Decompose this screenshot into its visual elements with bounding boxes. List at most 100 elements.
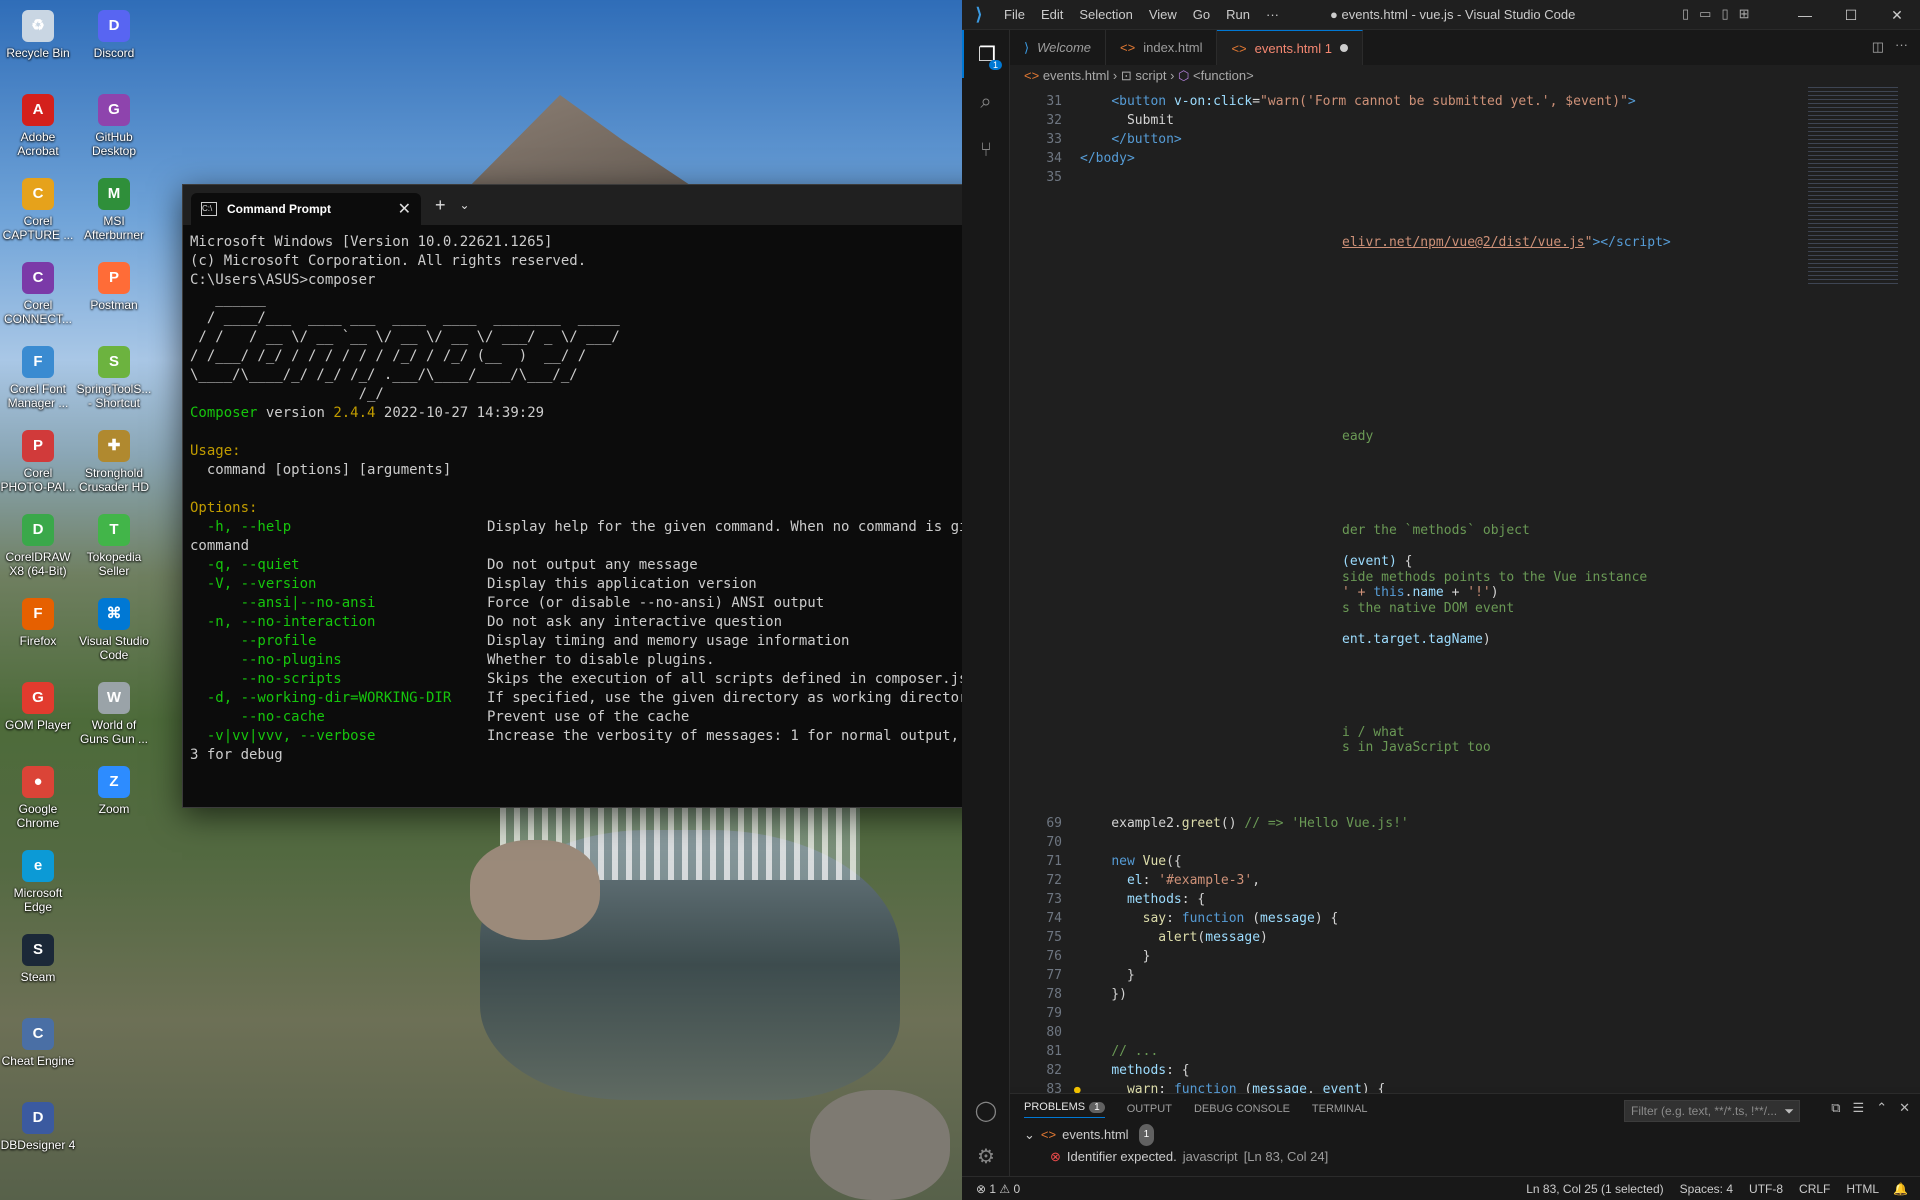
code-line[interactable]: } — [1080, 968, 1135, 983]
more-actions-icon[interactable]: ··· — [1895, 37, 1908, 52]
toggle-sidebar-icon[interactable]: ▯ — [1682, 6, 1689, 22]
toggle-panel-icon[interactable]: ▭ — [1699, 6, 1711, 22]
code-fragment[interactable]: s in JavaScript too — [1342, 740, 1491, 755]
desktop-icon[interactable]: T Tokopedia Seller — [76, 508, 152, 592]
code-line[interactable]: Submit — [1080, 113, 1174, 128]
problem-item[interactable]: ⊗ Identifier expected. javascript [Ln 83, C… — [1010, 1146, 1920, 1168]
code-fragment[interactable]: eady — [1342, 429, 1373, 444]
code-fragment[interactable]: ' + this.name + '!') — [1342, 585, 1499, 600]
desktop-icon[interactable]: P Corel PHOTO-PAI... — [0, 424, 76, 508]
menu-item[interactable]: Selection — [1079, 7, 1132, 22]
chevron-down-icon[interactable]: ⌄ — [460, 198, 470, 212]
menu-item[interactable]: ··· — [1266, 7, 1279, 22]
menu-item[interactable]: View — [1149, 7, 1177, 22]
code-line[interactable]: el: '#example-3', — [1080, 873, 1260, 888]
code-line[interactable]: </button> — [1080, 132, 1181, 147]
desktop-icon[interactable]: G GitHub Desktop — [76, 88, 152, 172]
menu-bar[interactable]: File Edit Selection View Go Run ··· — [996, 7, 1287, 22]
desktop-icon[interactable]: ♻ Recycle Bin — [0, 4, 76, 88]
breadcrumb-function[interactable]: <function> — [1193, 68, 1254, 83]
search-icon[interactable]: ⌕ — [962, 78, 1010, 126]
collapse-all-icon[interactable]: ⧉ — [1831, 1100, 1840, 1116]
desktop-icon[interactable]: ⌘ Visual Studio Code — [76, 592, 152, 676]
maximize-button[interactable]: ☐ — [1828, 0, 1874, 30]
code-fragment[interactable]: elivr.net/npm/vue@2/dist/vue.js"></scrip… — [1342, 235, 1671, 250]
code-line[interactable]: methods: { — [1080, 892, 1205, 907]
account-icon[interactable]: ◯ — [962, 1086, 1010, 1134]
desktop-icon[interactable]: D CorelDRAW X8 (64-Bit) — [0, 508, 76, 592]
code-fragment[interactable]: (event) { — [1342, 554, 1412, 569]
desktop-icon[interactable]: C Corel CONNECT... — [0, 256, 76, 340]
status-item[interactable]: CRLF — [1799, 1182, 1830, 1196]
problems-status[interactable]: ⊗ 1 ⚠ 0 — [962, 1182, 1020, 1196]
desktop-icon[interactable]: W World of Guns Gun ... — [76, 676, 152, 760]
minimap[interactable] — [1808, 87, 1898, 287]
code-line[interactable]: } — [1080, 949, 1151, 964]
notifications-bell-icon[interactable]: 🔔 — [1893, 1182, 1920, 1196]
menu-item[interactable]: File — [1004, 7, 1025, 22]
desktop-icon[interactable]: D DBDesigner 4 — [0, 1096, 76, 1180]
desktop-icon[interactable]: D Discord — [76, 4, 152, 88]
code-line[interactable]: // ... — [1080, 1044, 1158, 1059]
menu-item[interactable]: Edit — [1041, 7, 1063, 22]
breadcrumb-script[interactable]: script — [1135, 68, 1166, 83]
code-fragment[interactable]: i / what — [1342, 725, 1405, 740]
code-line[interactable]: say: function (message) { — [1080, 911, 1339, 926]
code-editor[interactable]: 31 <button v-on:click="warn('Form cannot… — [1010, 87, 1920, 1097]
code-line[interactable]: methods: { — [1080, 1063, 1189, 1078]
filter-icon[interactable]: ⏷ — [1784, 1101, 1794, 1121]
desktop-icon[interactable]: P Postman — [76, 256, 152, 340]
close-button[interactable]: ✕ — [1874, 0, 1920, 30]
tab-welcome[interactable]: ⟩ Welcome — [1010, 30, 1107, 65]
split-editor-icon[interactable]: ◫ — [1872, 39, 1884, 55]
code-fragment[interactable]: side methods points to the Vue instance — [1342, 570, 1647, 585]
tab-events-html[interactable]: <> events.html 1 — [1217, 30, 1363, 65]
menu-item[interactable]: Go — [1193, 7, 1210, 22]
view-as-list-icon[interactable]: ☰ — [1853, 1100, 1865, 1116]
status-item[interactable]: Spaces: 4 — [1680, 1182, 1733, 1196]
chevron-down-icon[interactable]: ⌄ — [1024, 1124, 1035, 1146]
tab-problems[interactable]: PROBLEMS 1 — [1024, 1101, 1105, 1118]
desktop-icon[interactable]: S Steam — [0, 928, 76, 1012]
maximize-panel-icon[interactable]: ⌃ — [1876, 1100, 1887, 1116]
close-panel-icon[interactable]: ✕ — [1899, 1100, 1910, 1116]
status-item[interactable]: HTML — [1846, 1182, 1879, 1196]
code-line[interactable]: <button v-on:click="warn('Form cannot be… — [1080, 94, 1635, 109]
desktop-icon[interactable]: M MSI Afterburner — [76, 172, 152, 256]
code-fragment[interactable]: der the `methods` object — [1342, 523, 1530, 538]
desktop-icon[interactable]: C Corel CAPTURE ... — [0, 172, 76, 256]
problems-filter-input[interactable]: Filter (e.g. text, **/*.ts, !**/... ⏷ — [1624, 1100, 1800, 1122]
code-line[interactable]: new Vue({ — [1080, 854, 1181, 869]
tab-output[interactable]: OUTPUT — [1127, 1103, 1172, 1115]
explorer-icon[interactable]: ❐ 1 — [962, 30, 1010, 78]
code-fragment[interactable]: s the native DOM event — [1342, 601, 1514, 616]
toggle-secondary-sidebar-icon[interactable]: ▯ — [1721, 6, 1728, 22]
customize-layout-icon[interactable]: ⊞ — [1739, 6, 1750, 22]
code-fragment[interactable]: ent.target.tagName) — [1342, 632, 1491, 647]
code-line[interactable]: example2.greet() // => 'Hello Vue.js!' — [1080, 816, 1408, 831]
status-item[interactable]: UTF-8 — [1749, 1182, 1783, 1196]
desktop-icon[interactable]: F Firefox — [0, 592, 76, 676]
code-line[interactable]: alert(message) — [1080, 930, 1268, 945]
desktop-icon[interactable]: ✚ Stronghold Crusader HD — [76, 424, 152, 508]
settings-gear-icon[interactable]: ⚙ — [962, 1132, 1010, 1180]
menu-item[interactable]: Run — [1226, 7, 1250, 22]
vscode-titlebar[interactable]: ⟩ File Edit Selection View Go Run ··· ● events… — [962, 0, 1920, 30]
desktop-icon[interactable]: Z Zoom — [76, 760, 152, 844]
desktop-icon[interactable]: C Cheat Engine — [0, 1012, 76, 1096]
code-line[interactable]: </body> — [1080, 151, 1135, 166]
status-item[interactable]: Ln 83, Col 25 (1 selected) — [1526, 1182, 1663, 1196]
desktop-icon[interactable]: A Adobe Acrobat — [0, 88, 76, 172]
unsaved-dot-icon[interactable] — [1339, 44, 1348, 52]
tab-terminal[interactable]: TERMINAL — [1312, 1103, 1368, 1115]
problem-file-row[interactable]: ⌄ <> events.html 1 — [1010, 1124, 1920, 1146]
desktop-icon[interactable]: S SpringToolS... - Shortcut — [76, 340, 152, 424]
code-line[interactable]: }) — [1080, 987, 1127, 1002]
cmd-tab[interactable]: C:\ Command Prompt ✕ — [191, 193, 421, 225]
close-tab-icon[interactable]: ✕ — [398, 199, 411, 219]
desktop-icon[interactable]: ● Google Chrome — [0, 760, 76, 844]
desktop-icon[interactable]: F Corel Font Manager ... — [0, 340, 76, 424]
source-control-icon[interactable]: ⑂ — [962, 126, 1010, 174]
tab-debug-console[interactable]: DEBUG CONSOLE — [1194, 1103, 1290, 1115]
desktop-icon[interactable]: e Microsoft Edge — [0, 844, 76, 928]
